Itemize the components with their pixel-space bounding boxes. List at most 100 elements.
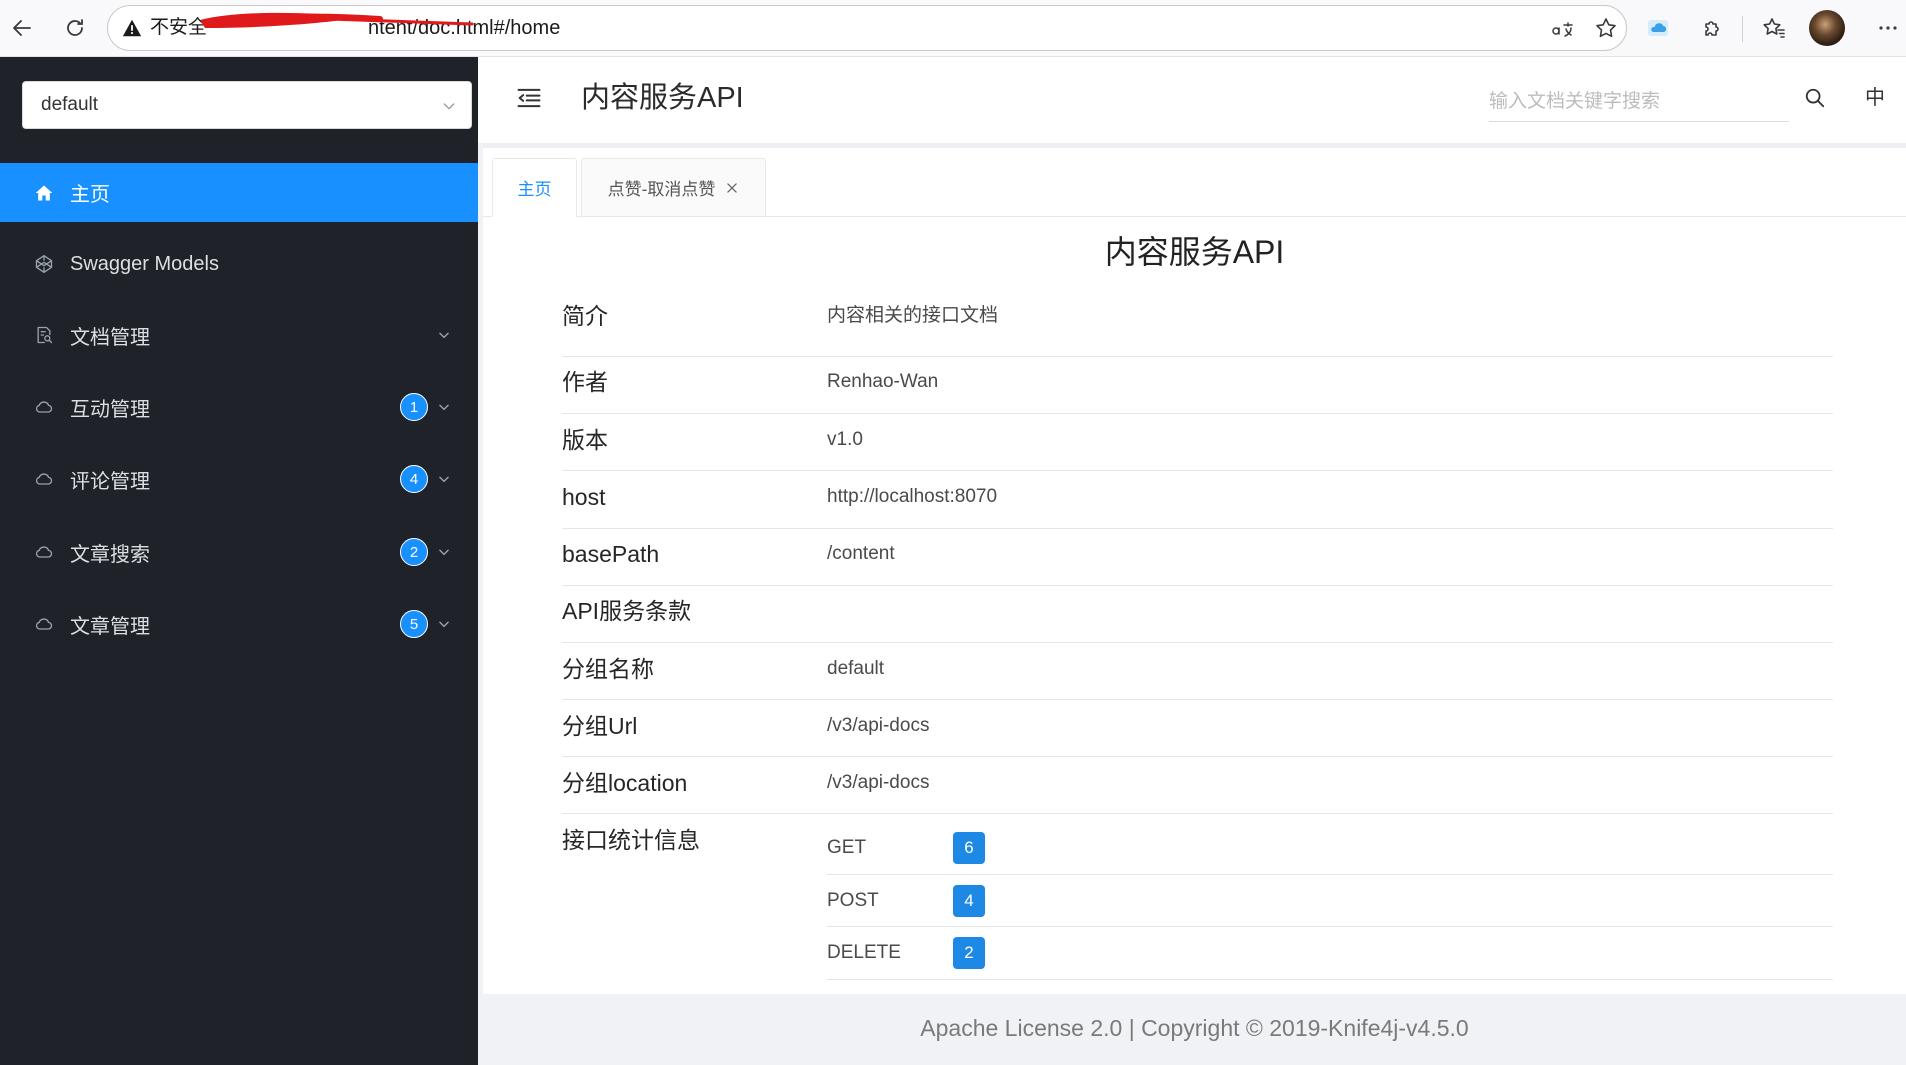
chevron-down-icon [437,472,451,486]
language-toggle[interactable]: 中 [1862,83,1888,113]
info-row: 版本 v1.0 [483,425,1906,455]
favorites-icon[interactable] [1762,16,1786,40]
row-divider [562,642,1833,643]
info-label: 分组名称 [562,656,654,682]
count-badge: 2 [400,538,428,566]
insecure-label[interactable]: 不安全 [150,15,207,41]
info-label: host [562,484,606,510]
warning-icon[interactable] [121,17,143,39]
tab-like-unlike[interactable]: 点赞-取消点赞 [581,158,766,217]
doc-title: 内容服务API [1104,234,1285,270]
search-input[interactable] [1489,82,1789,122]
row-divider [562,756,1833,757]
row-divider [562,585,1833,586]
count-badge: 5 [400,610,428,638]
info-label: 作者 [562,369,608,395]
puzzle-extensions-icon[interactable] [1701,16,1725,40]
close-icon[interactable] [725,181,739,195]
info-value: /content [827,543,895,564]
chevron-down-icon [441,98,457,114]
sidebar-item-label: 互动管理 [70,398,150,421]
sidebar-item-article-management[interactable]: 文章管理 5 [0,594,478,654]
method-stat-row: DELETE [483,938,1906,968]
sidebar-item-home[interactable]: 主页 [0,163,478,222]
tab-home[interactable]: 主页 [492,158,577,217]
search-icon[interactable] [1804,87,1826,109]
info-value: http://localhost:8070 [827,486,998,507]
method-name: DELETE [827,942,901,963]
info-row: 分组Url /v3/api-docs [483,711,1906,741]
sidebar-item-label: 主页 [70,184,110,206]
codepen-icon [34,254,54,274]
translate-icon[interactable] [1550,16,1574,40]
group-select-value: default [41,94,99,115]
sidebar-item-label: 评论管理 [70,470,150,493]
sidebar: default 主页 Swagger Models 文档管理 互动管理 1 评论… [0,57,478,1065]
tab-label: 主页 [517,180,552,199]
info-label: 简介 [562,303,608,329]
info-value: 内容相关的接口文档 [827,305,999,326]
footer: Apache License 2.0 | Copyright © 2019-Kn… [483,994,1906,1065]
info-label: API服务条款 [562,598,692,624]
method-count-badge: 4 [953,885,985,917]
star-icon[interactable] [1594,16,1618,40]
cloud-icon [34,614,54,634]
row-divider [562,528,1833,529]
row-divider [827,979,1833,980]
info-row: 作者 Renhao-Wan [483,367,1906,397]
chevron-down-icon [437,545,451,559]
method-name: GET [827,837,867,858]
back-arrow-icon[interactable] [10,16,34,40]
extension-cloud-icon[interactable] [1646,16,1670,40]
sidebar-item-interaction-management[interactable]: 互动管理 1 [0,377,478,437]
file-search-icon [34,325,54,345]
method-name: POST [827,890,879,911]
sidebar-item-comment-management[interactable]: 评论管理 4 [0,449,478,509]
count-badge: 1 [400,393,428,421]
info-row: basePath /content [483,539,1906,569]
info-value: /v3/api-docs [827,715,930,736]
row-divider [827,926,1833,927]
method-stat-row: GET [483,833,1906,863]
sidebar-item-swagger-models[interactable]: Swagger Models [0,234,478,294]
tab-label: 点赞-取消点赞 [607,180,716,199]
info-label: 版本 [562,427,608,453]
count-badge: 4 [400,465,428,493]
info-row: API服务条款 [483,596,1906,626]
cloud-icon [34,397,54,417]
row-divider [562,813,1833,814]
sidebar-item-label: 文章管理 [70,615,150,638]
doc-home-content: 内容服务API 简介 内容相关的接口文档 作者 Renhao-Wan 版本 v1… [483,217,1906,994]
sidebar-item-label: Swagger Models [70,252,219,275]
row-divider [562,356,1833,357]
chevron-down-icon [437,328,451,342]
sidebar-item-label: 文章搜索 [70,543,150,566]
info-value: /v3/api-docs [827,772,930,793]
row-divider [827,874,1833,875]
page-title: 内容服务API [581,82,744,114]
sidebar-item-doc-management[interactable]: 文档管理 [0,305,478,365]
info-label: 分组location [562,770,688,796]
row-divider [562,470,1833,471]
cloud-icon [34,469,54,489]
browser-toolbar: 不安全 ntent/doc.html#/home [0,0,1906,57]
chevron-down-icon [437,400,451,414]
toolbar-separator [1742,16,1743,42]
info-label: 分组Url [562,713,638,739]
method-stat-row: POST [483,886,1906,916]
group-select[interactable]: default [22,81,472,129]
tab-bar: 主页 点赞-取消点赞 [483,150,1906,217]
method-count-badge: 6 [953,832,985,864]
info-row: 分组location /v3/api-docs [483,768,1906,798]
reload-icon[interactable] [63,16,87,40]
menu-fold-icon[interactable] [515,84,543,112]
url-text[interactable]: ntent/doc.html#/home [368,15,560,41]
address-bar[interactable] [107,5,1627,51]
profile-avatar[interactable] [1809,10,1845,46]
sidebar-item-article-search[interactable]: 文章搜索 2 [0,522,478,582]
method-count-badge: 2 [953,937,985,969]
info-row: 分组名称 default [483,654,1906,684]
info-row: 简介 内容相关的接口文档 [483,301,1906,331]
info-value: v1.0 [827,429,863,450]
more-options-icon[interactable] [1876,16,1900,40]
